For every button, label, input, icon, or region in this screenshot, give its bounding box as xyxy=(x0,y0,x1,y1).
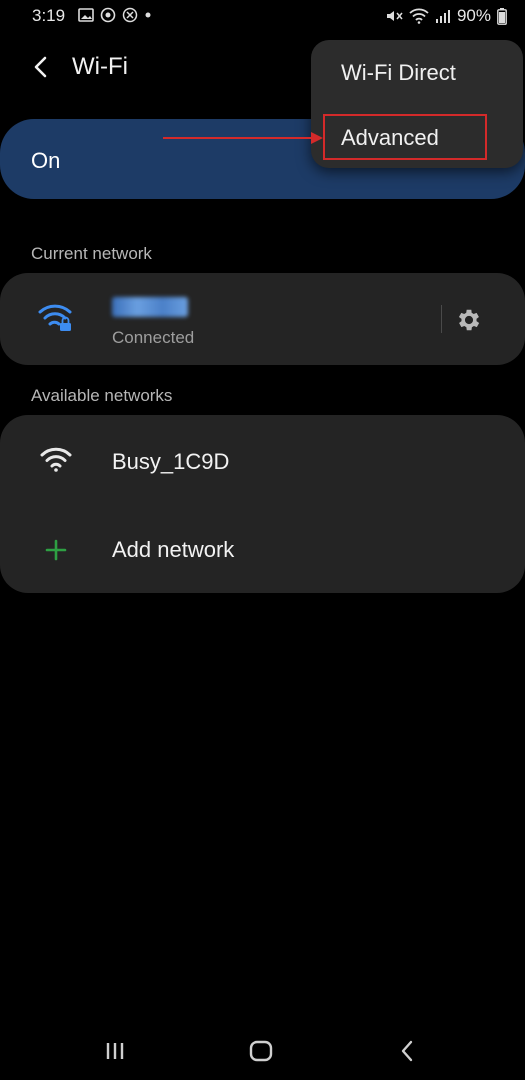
status-right-icons: 90% xyxy=(385,6,507,26)
navigation-bar xyxy=(0,1020,525,1080)
recent-apps-icon xyxy=(106,1043,124,1059)
current-network-name-redacted xyxy=(112,297,188,317)
dot-icon xyxy=(145,12,151,18)
status-left-icons xyxy=(78,7,152,23)
page-title: Wi-Fi xyxy=(72,53,128,80)
status-time: 3:19 xyxy=(32,6,66,25)
battery-percent: 90% xyxy=(456,6,491,25)
chevron-left-icon xyxy=(401,1040,413,1062)
wifi-secured-icon xyxy=(38,304,72,331)
chevron-left-icon xyxy=(34,56,47,78)
network-settings-button[interactable] xyxy=(452,303,486,337)
wifi-icon xyxy=(40,447,72,472)
current-network-status: Connected xyxy=(112,328,195,347)
wifi-status-icon xyxy=(409,8,429,24)
plus-icon xyxy=(45,539,67,561)
annotation-highlight-box xyxy=(323,114,487,160)
current-network-card[interactable] xyxy=(0,273,525,365)
back-button[interactable] xyxy=(26,52,56,82)
annotation-arrow-head xyxy=(311,132,323,144)
wifi-toggle-label: On xyxy=(31,148,61,173)
network-name: Busy_1C9D xyxy=(112,449,230,474)
add-network-row[interactable] xyxy=(0,513,525,587)
menu-item-wifi-direct[interactable]: Wi-Fi Direct xyxy=(341,60,456,86)
annotation-arrow xyxy=(163,137,315,139)
gear-icon xyxy=(458,309,480,331)
home-icon xyxy=(249,1040,273,1062)
signal-icon xyxy=(435,10,450,23)
nav-back-button[interactable] xyxy=(392,1037,422,1065)
recent-apps-button[interactable] xyxy=(98,1038,132,1064)
x-app-icon xyxy=(122,7,138,23)
home-button[interactable] xyxy=(244,1037,278,1065)
current-network-heading: Current network xyxy=(31,244,152,263)
status-bar: 3:19 90% xyxy=(0,0,525,32)
sync-icon xyxy=(100,7,116,23)
add-network-label: Add network xyxy=(112,537,235,562)
network-row-busy[interactable] xyxy=(0,425,525,499)
battery-icon xyxy=(497,7,507,25)
card-divider xyxy=(441,305,442,333)
available-networks-heading: Available networks xyxy=(31,386,173,405)
gallery-icon xyxy=(78,8,94,22)
mute-icon xyxy=(386,11,403,21)
